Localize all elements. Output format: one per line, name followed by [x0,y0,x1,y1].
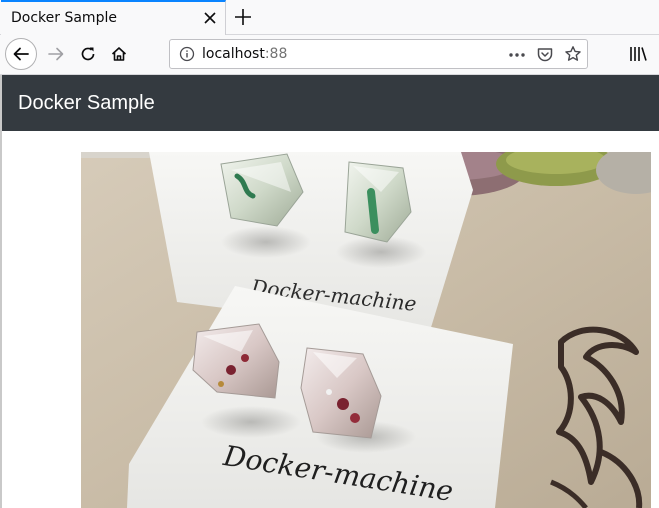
earrings-photo-image: Docker-machine Docker-machine [81,152,651,508]
earrings-photo: Docker-machine Docker-machine [81,152,651,508]
more-icon[interactable] [508,46,526,64]
reload-button[interactable] [76,42,100,66]
star-icon[interactable] [564,45,582,63]
url-text[interactable]: localhost:88 [202,46,287,62]
url-bar[interactable]: localhost:88 [169,39,588,69]
site-brand[interactable]: Docker Sample [18,92,155,115]
site-navbar: Docker Sample [2,75,659,131]
tab-strip: Docker Sample [0,0,659,35]
back-arrow-icon [13,47,29,61]
home-icon [111,47,127,61]
reload-icon [81,47,95,61]
info-icon[interactable] [179,46,195,62]
library-icon [630,47,647,61]
forward-arrow-icon [48,47,64,61]
back-button[interactable] [5,38,37,70]
navigation-bar: localhost:88 [0,35,659,75]
close-icon[interactable] [203,11,217,25]
forward-button[interactable] [44,42,68,66]
home-button[interactable] [107,42,131,66]
tab-docker-sample[interactable]: Docker Sample [1,0,226,35]
library-button[interactable] [627,43,649,65]
url-host: localhost [202,46,265,62]
url-port: :88 [264,46,288,62]
tab-title: Docker Sample [11,10,117,26]
plus-icon[interactable] [232,6,254,28]
page-content: Docker Sample Docker-machine Docker-mach… [0,75,659,508]
pocket-icon[interactable] [536,46,554,64]
